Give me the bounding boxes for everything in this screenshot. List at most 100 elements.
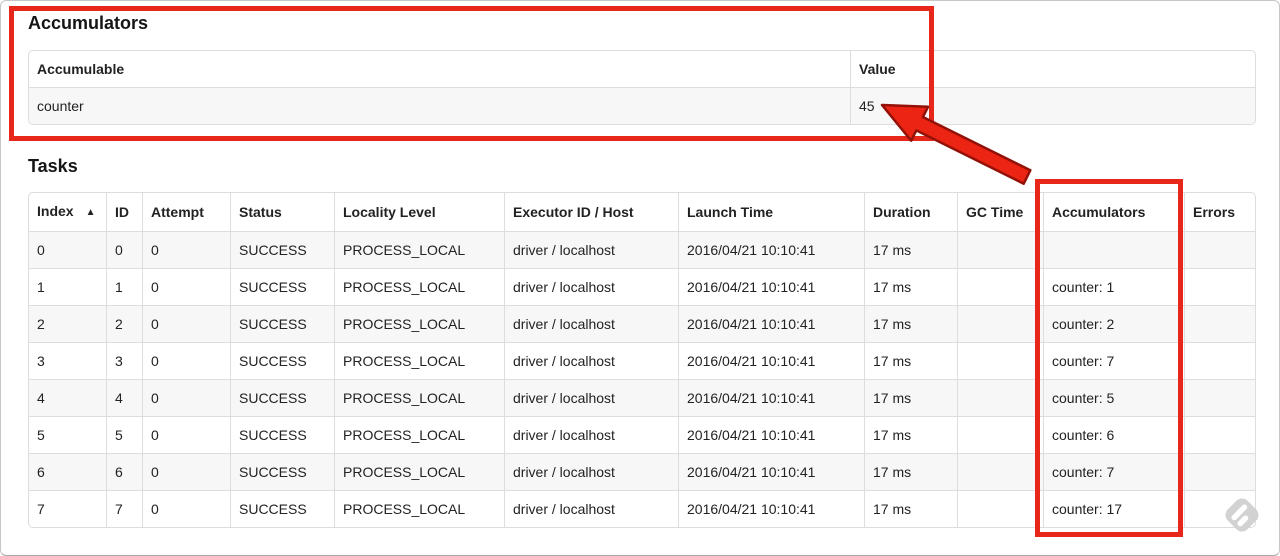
table-row: counter 45 (29, 87, 1255, 124)
cell-executor-id-host: driver / localhost (504, 379, 678, 416)
cell-accumulators: counter: 5 (1043, 379, 1184, 416)
cell-attempt: 0 (142, 305, 230, 342)
cell-accumulators: counter: 17 (1043, 490, 1184, 527)
cell-attempt: 0 (142, 268, 230, 305)
column-header-status[interactable]: Status (230, 193, 334, 231)
cell-status: SUCCESS (230, 453, 334, 490)
cell-value: 45 (850, 87, 1255, 124)
cell-gc-time (957, 490, 1043, 527)
cell-accumulators: counter: 6 (1043, 416, 1184, 453)
cell-status: SUCCESS (230, 305, 334, 342)
cell-errors (1184, 342, 1255, 379)
cell-locality-level: PROCESS_LOCAL (334, 231, 504, 268)
cell-accumulators (1043, 231, 1184, 268)
cell-status: SUCCESS (230, 490, 334, 527)
cell-accumulable: counter (29, 87, 850, 124)
cell-status: SUCCESS (230, 416, 334, 453)
column-header-attempt[interactable]: Attempt (142, 193, 230, 231)
table-row: 0 0 0 SUCCESS PROCESS_LOCAL driver / localhos… (29, 231, 1255, 268)
column-header-executor-id-host[interactable]: Executor ID / Host (504, 193, 678, 231)
cell-launch-time: 2016/04/21 10:10:41 (678, 342, 864, 379)
cell-attempt: 0 (142, 490, 230, 527)
cell-locality-level: PROCESS_LOCAL (334, 379, 504, 416)
cell-index: 7 (29, 490, 106, 527)
column-header-accumulators[interactable]: Accumulators (1043, 193, 1184, 231)
cell-index: 1 (29, 268, 106, 305)
cell-duration: 17 ms (864, 231, 957, 268)
cell-launch-time: 2016/04/21 10:10:41 (678, 453, 864, 490)
cell-accumulators: counter: 1 (1043, 268, 1184, 305)
cell-launch-time: 2016/04/21 10:10:41 (678, 416, 864, 453)
screenshot-frame: Accumulators Accumulable Value counter 45… (0, 0, 1280, 556)
tasks-section-title: Tasks (28, 156, 78, 176)
cell-gc-time (957, 379, 1043, 416)
cell-locality-level: PROCESS_LOCAL (334, 453, 504, 490)
table-row: 2 2 0 SUCCESS PROCESS_LOCAL driver / localhos… (29, 305, 1255, 342)
cell-executor-id-host: driver / localhost (504, 453, 678, 490)
cell-index: 5 (29, 416, 106, 453)
cell-errors (1184, 416, 1255, 453)
cell-duration: 17 ms (864, 379, 957, 416)
cell-errors (1184, 379, 1255, 416)
cell-duration: 17 ms (864, 490, 957, 527)
cell-index: 6 (29, 453, 106, 490)
table-row: 6 6 0 SUCCESS PROCESS_LOCAL driver / localhos… (29, 453, 1255, 490)
cell-errors (1184, 490, 1255, 527)
cell-errors (1184, 268, 1255, 305)
column-header-index-label: Index (37, 203, 74, 219)
cell-errors (1184, 453, 1255, 490)
cell-gc-time (957, 342, 1043, 379)
table-row: 7 7 0 SUCCESS PROCESS_LOCAL driver / localhos… (29, 490, 1255, 527)
column-header-index[interactable]: Index ▲ (29, 193, 106, 231)
cell-accumulators: counter: 2 (1043, 305, 1184, 342)
accumulators-table: Accumulable Value counter 45 (28, 50, 1256, 125)
column-header-duration[interactable]: Duration (864, 193, 957, 231)
cell-attempt: 0 (142, 416, 230, 453)
table-row: 1 1 0 SUCCESS PROCESS_LOCAL driver / localhos… (29, 268, 1255, 305)
cell-locality-level: PROCESS_LOCAL (334, 305, 504, 342)
column-header-locality-level[interactable]: Locality Level (334, 193, 504, 231)
cell-errors (1184, 231, 1255, 268)
cell-launch-time: 2016/04/21 10:10:41 (678, 231, 864, 268)
cell-gc-time (957, 231, 1043, 268)
cell-locality-level: PROCESS_LOCAL (334, 490, 504, 527)
cell-duration: 17 ms (864, 342, 957, 379)
column-header-launch-time[interactable]: Launch Time (678, 193, 864, 231)
table-header-row: Index ▲ ID Attempt Status Locality Level … (29, 193, 1255, 231)
column-header-errors[interactable]: Errors (1184, 193, 1255, 231)
cell-accumulators: counter: 7 (1043, 342, 1184, 379)
column-header-id[interactable]: ID (106, 193, 142, 231)
cell-duration: 17 ms (864, 453, 957, 490)
cell-status: SUCCESS (230, 268, 334, 305)
accumulators-section-title: Accumulators (28, 13, 149, 33)
column-header-accumulable: Accumulable (37, 61, 125, 77)
column-header-value: Value (850, 51, 1255, 87)
cell-status: SUCCESS (230, 231, 334, 268)
cell-attempt: 0 (142, 342, 230, 379)
cell-gc-time (957, 268, 1043, 305)
cell-index: 3 (29, 342, 106, 379)
cell-index: 2 (29, 305, 106, 342)
cell-attempt: 0 (142, 453, 230, 490)
cell-status: SUCCESS (230, 379, 334, 416)
cell-launch-time: 2016/04/21 10:10:41 (678, 305, 864, 342)
table-row: 4 4 0 SUCCESS PROCESS_LOCAL driver / localhos… (29, 379, 1255, 416)
cell-attempt: 0 (142, 379, 230, 416)
column-header-gc-time[interactable]: GC Time (957, 193, 1043, 231)
tasks-table: Index ▲ ID Attempt Status Locality Level … (28, 192, 1256, 528)
cell-accumulators: counter: 7 (1043, 453, 1184, 490)
cell-gc-time (957, 305, 1043, 342)
cell-id: 2 (106, 305, 142, 342)
cell-id: 4 (106, 379, 142, 416)
sort-ascending-icon: ▲ (85, 207, 96, 218)
cell-gc-time (957, 416, 1043, 453)
cell-duration: 17 ms (864, 268, 957, 305)
cell-id: 1 (106, 268, 142, 305)
cell-status: SUCCESS (230, 342, 334, 379)
cell-executor-id-host: driver / localhost (504, 268, 678, 305)
table-header-row: Accumulable Value (29, 51, 1255, 87)
cell-duration: 17 ms (864, 416, 957, 453)
table-row: 5 5 0 SUCCESS PROCESS_LOCAL driver / localhos… (29, 416, 1255, 453)
cell-duration: 17 ms (864, 305, 957, 342)
cell-launch-time: 2016/04/21 10:10:41 (678, 268, 864, 305)
